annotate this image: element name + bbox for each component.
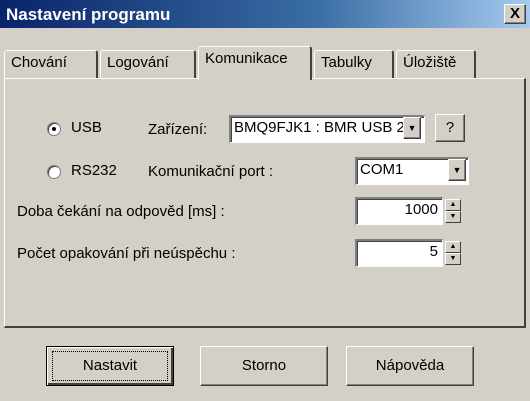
- tab-chovani[interactable]: Chování: [4, 50, 98, 78]
- timeout-value: 1000: [404, 201, 438, 218]
- tab-label: Logování: [107, 54, 169, 71]
- set-button[interactable]: Nastavit: [46, 346, 174, 386]
- device-dropdown-button[interactable]: ▼: [403, 117, 421, 139]
- chevron-down-icon: ▼: [452, 165, 462, 175]
- retries-label: Počet opakování při neúspěchu :: [17, 245, 236, 262]
- tab-label: Chování: [11, 54, 67, 71]
- rs232-label: RS232: [71, 162, 117, 179]
- retries-value: 5: [429, 243, 438, 260]
- tab-tabulky[interactable]: Tabulky: [314, 50, 394, 78]
- device-help-button[interactable]: ?: [435, 114, 465, 142]
- tab-label: Komunikace: [205, 50, 288, 67]
- chevron-down-icon: ▼: [407, 123, 417, 133]
- usb-label: USB: [71, 119, 102, 136]
- spin-up-icon[interactable]: ▲: [445, 199, 461, 211]
- title-bar[interactable]: Nastavení programu X: [0, 0, 530, 29]
- tab-label: Tabulky: [321, 54, 372, 71]
- timeout-input[interactable]: 1000: [355, 197, 443, 225]
- spin-up-icon[interactable]: ▲: [445, 241, 461, 253]
- device-label: Zařízení:: [148, 121, 208, 138]
- cancel-button[interactable]: Storno: [200, 346, 328, 386]
- port-value: COM1: [360, 161, 404, 178]
- help-label: ?: [445, 119, 455, 136]
- tab-komunikace[interactable]: Komunikace: [198, 46, 312, 80]
- close-icon: X: [509, 5, 520, 22]
- tab-uloziste[interactable]: Úložiště: [396, 50, 476, 78]
- tab-logovani[interactable]: Logování: [100, 50, 196, 78]
- rs232-radio[interactable]: [47, 165, 61, 179]
- device-select[interactable]: BMQ9FJK1 : BMR USB 2.: [229, 115, 425, 143]
- komunikace-panel: USB Zařízení: BMQ9FJK1 : BMR USB 2. ▼ ? …: [4, 78, 526, 328]
- cancel-button-label: Storno: [241, 357, 287, 374]
- port-dropdown-button[interactable]: ▼: [448, 159, 466, 181]
- spin-down-icon[interactable]: ▼: [445, 211, 461, 223]
- tab-label: Úložiště: [403, 54, 457, 71]
- close-button[interactable]: X: [504, 4, 526, 24]
- usb-radio[interactable]: [47, 122, 61, 136]
- retries-input[interactable]: 5: [355, 239, 443, 267]
- retries-spinner[interactable]: ▲ ▼: [445, 241, 461, 265]
- device-value: BMQ9FJK1 : BMR USB 2.: [234, 119, 410, 136]
- port-label: Komunikační port :: [148, 163, 274, 180]
- help-button-label: Nápověda: [375, 357, 445, 374]
- spin-down-icon[interactable]: ▼: [445, 253, 461, 265]
- help-button[interactable]: Nápověda: [346, 346, 474, 386]
- set-button-label: Nastavit: [82, 357, 138, 374]
- window-title: Nastavení programu: [6, 5, 171, 24]
- timeout-spinner[interactable]: ▲ ▼: [445, 199, 461, 223]
- timeout-label: Doba čekání na odpověd [ms] :: [17, 203, 225, 220]
